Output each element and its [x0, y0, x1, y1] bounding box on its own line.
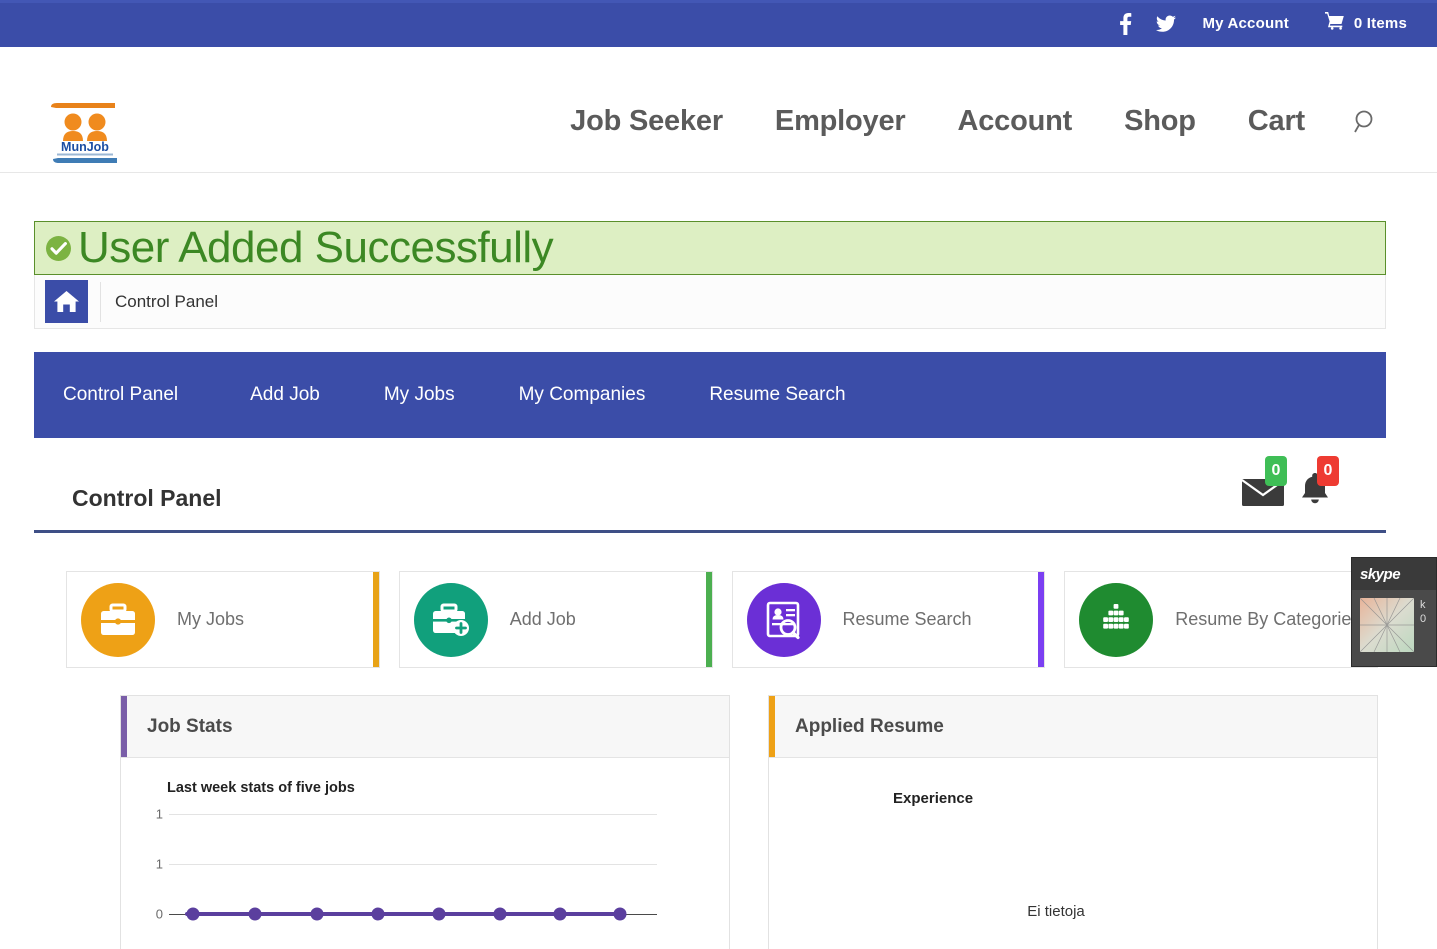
search-icon[interactable]: [1331, 109, 1379, 135]
chart-title: Last week stats of five jobs: [167, 780, 355, 796]
notification-group: 0 0: [1237, 456, 1381, 512]
cart-icon: [1324, 12, 1345, 35]
tile-accent-bar: [1038, 572, 1045, 667]
topbar-items: My Account 0 Items: [1107, 10, 1407, 38]
success-alert-message: User Added Successfully: [78, 223, 554, 272]
skype-caption-line1: k: [1420, 599, 1426, 611]
tab-add-job[interactable]: Add Job: [218, 384, 352, 406]
card-title-applied-resume: Applied Resume: [795, 715, 944, 737]
tile-label-resume-by-categories: Resume By Categories: [1175, 609, 1361, 629]
data-point: [186, 907, 200, 921]
data-point: [248, 907, 262, 921]
tab-my-jobs[interactable]: My Jobs: [352, 384, 487, 406]
messages-badge: 0: [1265, 456, 1287, 486]
card-body-applied-resume: Experience Ei tietoja: [769, 758, 1377, 949]
alerts-badge: 0: [1317, 456, 1339, 486]
tab-resume-search[interactable]: Resume Search: [677, 384, 877, 406]
skype-caption: k 0: [1420, 598, 1426, 626]
facebook-icon[interactable]: [1107, 10, 1144, 38]
breadcrumb-label: Control Panel: [115, 291, 219, 311]
tile-label-resume-search: Resume Search: [842, 609, 972, 629]
card-applied-resume: Applied Resume Experience Ei tietoja: [768, 695, 1378, 949]
tile-resume-search[interactable]: Resume Search: [731, 571, 1046, 668]
categories-tree-icon: [1079, 582, 1154, 657]
card-title-job-stats: Job Stats: [147, 715, 233, 737]
briefcase-icon: [81, 582, 155, 657]
nav-item-shop[interactable]: Shop: [1098, 105, 1222, 138]
tile-my-jobs[interactable]: My Jobs: [66, 571, 380, 668]
resume-search-icon: [746, 582, 821, 657]
tile-accent-bar: [705, 572, 712, 667]
page-title: Control Panel: [72, 485, 222, 511]
gridline: [169, 864, 657, 865]
gridline: [169, 814, 657, 815]
data-point: [432, 907, 446, 921]
card-job-stats: Job Stats Last week stats of five jobs 1…: [120, 695, 730, 949]
tab-my-companies[interactable]: My Companies: [487, 384, 678, 406]
check-circle-icon: [45, 235, 72, 262]
card-header-applied-resume: Applied Resume: [769, 696, 1377, 758]
home-icon[interactable]: [45, 280, 88, 323]
panel-header: Control Panel 0 0: [34, 438, 1386, 533]
card-header-job-stats: Job Stats: [121, 696, 729, 758]
y-tick-2: 0: [155, 906, 163, 922]
nav-item-cart[interactable]: Cart: [1222, 105, 1331, 138]
skype-widget-header: skype: [1352, 558, 1436, 590]
briefcase-plus-icon: [413, 582, 488, 657]
skype-caption-line2: 0: [1420, 613, 1427, 625]
skype-logo: skype: [1360, 565, 1401, 583]
breadcrumb-divider: [100, 281, 101, 322]
top-utility-bar: My Account 0 Items: [0, 0, 1437, 47]
breadcrumb: Control Panel: [34, 275, 1386, 329]
data-point: [371, 907, 385, 921]
munjob-logo[interactable]: MunJob: [45, 97, 125, 167]
y-tick-0: 1: [155, 806, 163, 822]
cart-link[interactable]: 0 Items: [1303, 12, 1407, 35]
tab-control-panel[interactable]: Control Panel: [63, 384, 218, 406]
data-point: [493, 907, 507, 921]
site-header: MunJob Job Seeker Employer Account Shop …: [0, 47, 1437, 173]
page-container: User Added Successfully Control Panel Co…: [34, 221, 1386, 949]
data-point: [310, 907, 324, 921]
nav-item-employer[interactable]: Employer: [749, 105, 932, 138]
skype-widget[interactable]: skype k 0: [1351, 557, 1437, 667]
shortcut-tiles: My Jobs Add Job Resume Search Resume By …: [34, 571, 1386, 668]
nav-item-account[interactable]: Account: [931, 105, 1098, 138]
svg-text:MunJob: MunJob: [61, 140, 109, 154]
alerts-notification[interactable]: 0: [1289, 456, 1341, 512]
tile-resume-by-categories[interactable]: Resume By Categories: [1064, 571, 1378, 668]
card-accent-bar: [121, 696, 127, 757]
main-navigation: Job Seeker Employer Account Shop Cart: [544, 105, 1379, 138]
nav-item-job-seeker[interactable]: Job Seeker: [544, 105, 749, 138]
tile-add-job[interactable]: Add Job: [398, 571, 713, 668]
tile-accent-bar: [372, 572, 379, 667]
tile-label-my-jobs: My Jobs: [177, 609, 245, 629]
card-accent-bar: [769, 696, 775, 757]
skype-widget-body: k 0: [1352, 590, 1436, 666]
experience-heading: Experience: [893, 790, 974, 807]
skype-thumbnail: [1360, 598, 1414, 652]
messages-notification[interactable]: 0: [1237, 456, 1289, 512]
data-point: [553, 907, 567, 921]
my-account-link[interactable]: My Account: [1188, 15, 1302, 32]
job-stats-chart: 1 1 0 -1 -1: [145, 802, 657, 949]
card-body-job-stats: Last week stats of five jobs 1 1 0 -1 -1: [121, 758, 729, 949]
tile-label-add-job: Add Job: [509, 609, 576, 629]
dashboard-cards: Job Stats Last week stats of five jobs 1…: [34, 695, 1386, 949]
no-data-message: Ei tietoja: [1027, 903, 1085, 920]
twitter-icon[interactable]: [1144, 10, 1188, 38]
section-tabbar: Control Panel Add Job My Jobs My Compani…: [34, 352, 1386, 438]
y-tick-1: 1: [155, 856, 163, 872]
data-point: [613, 907, 627, 921]
cart-items-count: 0 Items: [1353, 15, 1407, 32]
success-alert: User Added Successfully: [34, 221, 1386, 275]
